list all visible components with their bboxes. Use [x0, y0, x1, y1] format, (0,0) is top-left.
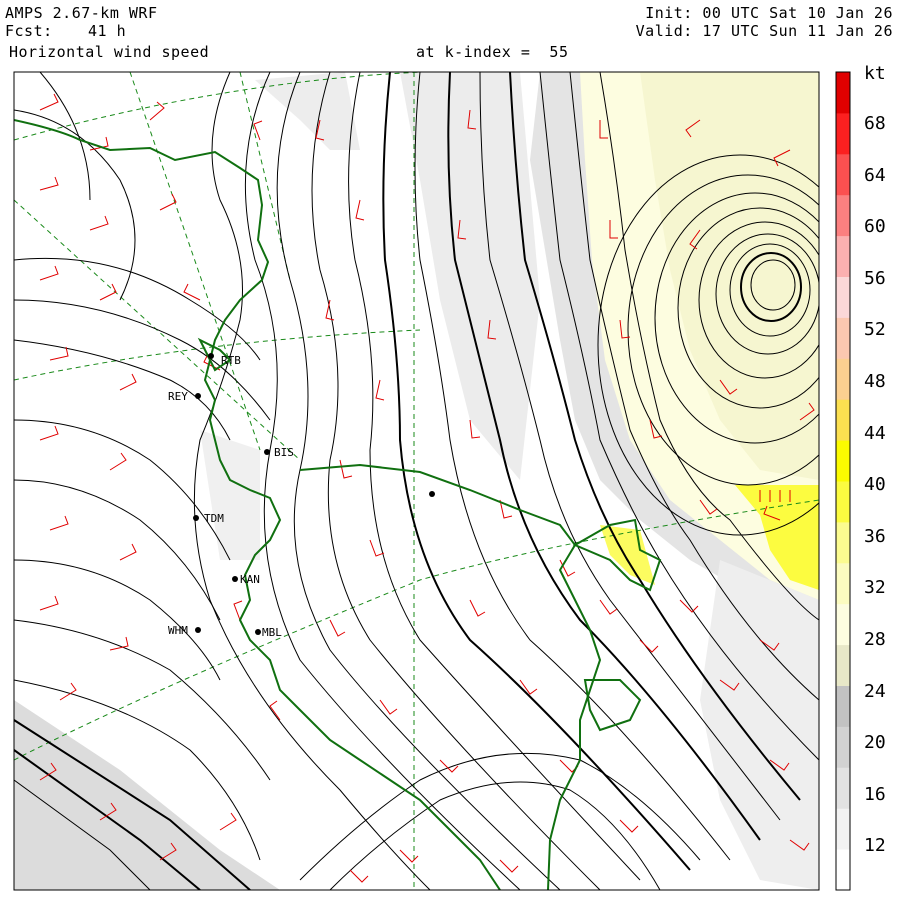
colorbar-swatch — [836, 521, 850, 564]
station-label-rey: REY — [168, 390, 188, 403]
colorbar-swatch — [836, 235, 850, 277]
colorbar-tick-label: 40 — [864, 474, 886, 496]
station-dot-rtb — [208, 353, 214, 359]
colorbar-swatch — [836, 153, 850, 196]
colorbar-swatch — [836, 603, 850, 646]
colorbar-swatch — [836, 194, 850, 237]
colorbar-swatch — [836, 317, 850, 359]
colorbar-tick-label: 32 — [864, 577, 886, 599]
station-dot-kan — [232, 576, 238, 582]
colorbar-swatch — [836, 685, 850, 727]
colorbar-swatch — [836, 112, 850, 155]
colorbar-swatch — [836, 440, 850, 482]
station-label-mbl: MBL — [262, 626, 282, 639]
station-label-kan: KAN — [240, 573, 260, 586]
wind-map: RTB REY BIS TDM KAN WHM MBL — [13, 71, 851, 891]
station-label-bis: BIS — [274, 446, 294, 459]
colorbar-tick-label: 44 — [864, 422, 886, 444]
station-dot-tdm — [193, 515, 199, 521]
colorbar-swatch — [836, 72, 850, 114]
station-dot-mbl — [255, 629, 261, 635]
colorbar-tick-label: 48 — [864, 371, 886, 392]
colorbar-unit: kt — [864, 63, 886, 84]
colorbar-swatch — [836, 767, 850, 809]
colorbar-swatch — [836, 808, 850, 850]
station-label-rtb: RTB — [221, 354, 241, 367]
colorbar-swatch — [836, 358, 850, 400]
colorbar-swatch — [836, 726, 850, 768]
colorbar-tick-label: 28 — [864, 629, 886, 650]
colorbar-swatch — [836, 399, 850, 441]
colorbar-tick-label: 60 — [864, 216, 886, 238]
colorbar-tick-label: 52 — [864, 319, 886, 341]
colorbar-tick-label: 64 — [864, 164, 886, 186]
station-dot-bis — [264, 449, 270, 455]
colorbar-tick-label: 56 — [864, 267, 886, 289]
colorbar-swatch — [836, 481, 850, 523]
colorbar-tick-label: 12 — [864, 835, 886, 857]
station-dot-whm — [195, 627, 201, 633]
station-label-whm: WHM — [168, 624, 188, 637]
station-dot-rey — [195, 393, 201, 399]
station-dot-unlabeled — [429, 491, 435, 497]
colorbar-tick-label: 20 — [864, 732, 886, 754]
colorbar-tick-label: 24 — [864, 680, 886, 702]
colorbar-swatch — [836, 276, 850, 318]
colorbar — [836, 72, 850, 891]
colorbar-swatch — [836, 562, 850, 605]
colorbar-tick-label: 36 — [864, 525, 886, 547]
colorbar-tick-label: 16 — [864, 783, 886, 805]
colorbar-swatch — [836, 644, 850, 686]
colorbar-swatch — [836, 849, 850, 891]
colorbar-tick-label: 68 — [864, 113, 886, 134]
station-label-tdm: TDM — [204, 512, 224, 525]
